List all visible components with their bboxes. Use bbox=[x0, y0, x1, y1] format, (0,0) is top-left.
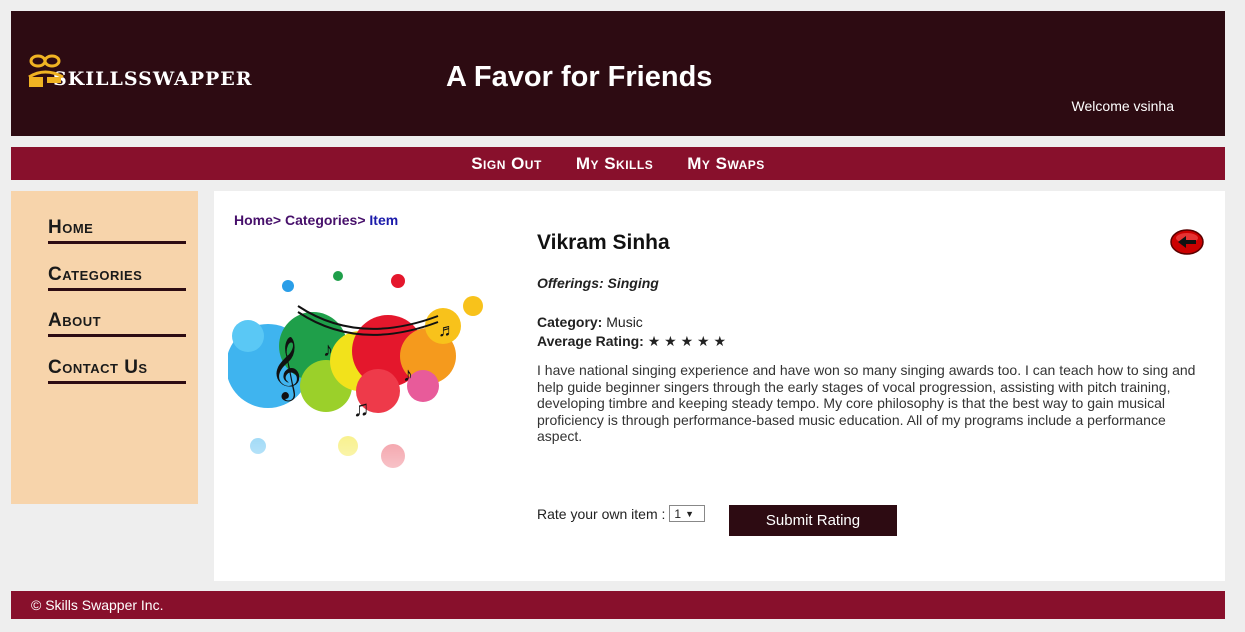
average-rating: Average Rating: ★ ★ ★ ★ ★ bbox=[537, 333, 726, 350]
footer-text: © Skills Swapper Inc. bbox=[31, 597, 164, 613]
breadcrumb-home[interactable]: Home> bbox=[234, 212, 281, 228]
footer: © Skills Swapper Inc. bbox=[11, 591, 1225, 619]
rating-stars: ★ ★ ★ ★ ★ bbox=[647, 333, 727, 349]
sidebar-item-home[interactable]: Home bbox=[48, 217, 186, 244]
rate-row: Rate your own item : 1 ▼ bbox=[537, 505, 706, 522]
sidebar: Home Categories About Contact Us bbox=[11, 191, 198, 504]
svg-text:♬: ♬ bbox=[438, 320, 456, 340]
people-group-icon bbox=[28, 54, 64, 87]
welcome-text: Welcome vsinha bbox=[1071, 98, 1174, 114]
sidebar-item-contact-us[interactable]: Contact Us bbox=[48, 357, 186, 384]
category-label: Category: bbox=[537, 314, 603, 330]
back-arrow-icon[interactable] bbox=[1170, 229, 1204, 255]
sidebar-item-about[interactable]: About bbox=[48, 310, 186, 337]
breadcrumb-categories[interactable]: Categories> bbox=[285, 212, 366, 228]
user-name: Vikram Sinha bbox=[537, 231, 670, 254]
category: Category: Music bbox=[537, 314, 643, 330]
svg-text:𝄞: 𝄞 bbox=[270, 338, 302, 402]
rating-label: Average Rating: bbox=[537, 333, 644, 349]
sidebar-item-categories[interactable]: Categories bbox=[48, 264, 186, 291]
my-swaps-link[interactable]: My Swaps bbox=[687, 154, 765, 174]
site-header: SKILLSSWAPPER A Favor for Friends Welcom… bbox=[11, 11, 1225, 136]
main-content: Home> Categories> Item 𝄞 ♪ ♫ ♪ ♬ Vikram … bbox=[214, 191, 1225, 581]
offerings: Offerings: Singing bbox=[537, 275, 659, 291]
logo-text: SKILLSSWAPPER bbox=[53, 68, 253, 90]
dropdown-arrow-icon: ▼ bbox=[685, 508, 694, 519]
rating-select-value: 1 bbox=[674, 506, 682, 521]
svg-text:♪: ♪ bbox=[323, 339, 333, 361]
breadcrumb: Home> Categories> Item bbox=[234, 212, 398, 228]
rating-select[interactable]: 1 ▼ bbox=[669, 505, 706, 522]
top-nav: Sign Out My Skills My Swaps bbox=[11, 147, 1225, 180]
item-description: I have national singing experience and h… bbox=[537, 362, 1196, 444]
site-title: A Favor for Friends bbox=[446, 61, 713, 93]
logo[interactable]: SKILLSSWAPPER bbox=[25, 51, 253, 91]
category-value: Music bbox=[606, 314, 643, 330]
music-splash-image: 𝄞 ♪ ♫ ♪ ♬ bbox=[228, 271, 490, 526]
my-skills-link[interactable]: My Skills bbox=[576, 154, 653, 174]
rate-label: Rate your own item : bbox=[537, 505, 666, 522]
breadcrumb-item[interactable]: Item bbox=[369, 212, 398, 228]
svg-text:♪: ♪ bbox=[403, 364, 413, 386]
submit-rating-button[interactable]: Submit Rating bbox=[729, 505, 897, 536]
sign-out-link[interactable]: Sign Out bbox=[471, 154, 542, 174]
